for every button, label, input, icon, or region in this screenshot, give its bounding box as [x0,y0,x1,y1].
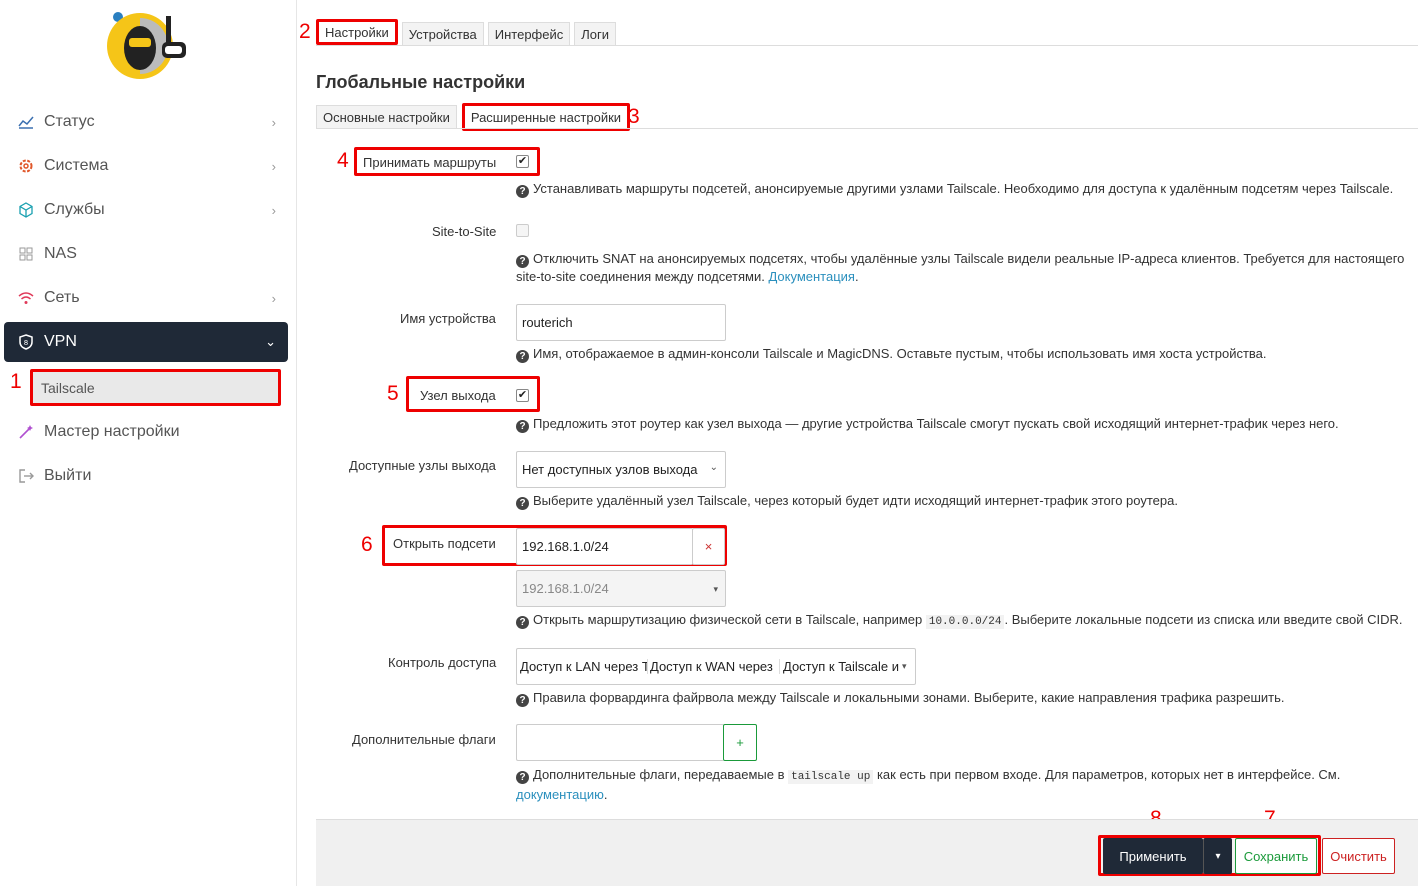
select-value: Нет доступных узлов выхода [522,462,698,477]
section-title: Глобальные настройки [316,72,526,92]
sidebar-item-label: Сеть [44,289,80,306]
chevron-right-icon: › [271,203,276,218]
remove-subnet-button[interactable]: × [692,528,725,565]
tab-interface[interactable]: Интерфейс [487,22,571,46]
access-option[interactable]: Доступ к WAN через [648,659,780,674]
sidebar-item-vpn[interactable]: 8 VPN ⌄ [4,322,288,362]
available-exit-help: ? Выберите удалённый узел Tailscale, чере… [516,492,1178,510]
sidebar: Статус › Система › Службы › NAS Сеть › 8… [0,0,297,886]
annotation-number: 4 [337,149,349,172]
hostname-help: ? Имя, отображаемое в админ-консоли Tails… [516,345,1267,363]
tab-settings[interactable]: Настройки [316,19,398,45]
sidebar-item-nas[interactable]: NAS [4,234,288,274]
hostname-input[interactable]: routerich [516,304,726,341]
select-value: 192.168.1.0/24 [522,581,609,596]
help-icon: ? [516,497,529,510]
annotation-number: 5 [387,382,399,405]
flags-input[interactable] [516,724,724,761]
gear-icon [18,158,34,174]
flags-label: Дополнительные флаги [352,732,496,747]
chevron-down-icon: ⌄ [265,334,276,349]
save-button[interactable]: Сохранить [1235,838,1317,874]
cube-icon [18,202,34,218]
divider [316,128,1418,129]
help-icon: ? [516,771,529,784]
sidebar-item-label: Выйти [44,467,92,484]
caret-down-icon: ▾ [902,661,907,671]
flags-help: ? Дополнительные флаги, передаваемые в ta… [516,767,1341,802]
annotation-number: 1 [10,370,22,393]
documentation-link[interactable]: документацию [516,787,604,802]
access-option[interactable]: Доступ к LAN через T [517,659,648,674]
chevron-down-icon: ⌄ [709,462,718,473]
help-icon: ? [516,350,529,363]
accept-routes-checkbox[interactable]: ✔ [516,155,529,168]
sidebar-item-status[interactable]: Статус › [4,102,288,142]
annotation-number: 6 [361,533,373,556]
subnet-select[interactable]: 192.168.1.0/24 ▾ [516,570,726,607]
sidebar-item-wizard[interactable]: Мастер настройки [4,412,288,452]
logout-icon [18,468,34,484]
exit-node-help: ? Предложить этот роутер как узел выхода … [516,415,1339,433]
wifi-icon [18,290,34,306]
chevron-right-icon: › [271,115,276,130]
site-to-site-checkbox[interactable] [516,224,529,237]
tab-devices[interactable]: Устройства [401,22,484,46]
subnets-help: ? Открыть маршрутизацию физической сети в… [516,611,1403,631]
sidebar-item-network[interactable]: Сеть › [4,278,288,318]
shield-icon: 8 [18,334,34,350]
grid-icon [18,246,34,262]
site-to-site-help: ? Отключить SNAT на анонсируемых подсетях… [516,251,1405,284]
sidebar-item-label: VPN [44,333,77,350]
help-icon: ? [516,616,529,629]
help-icon: ? [516,420,529,433]
sidebar-item-system[interactable]: Система › [4,146,288,186]
reset-button[interactable]: Очистить [1322,838,1395,874]
sidebar-subitem-tailscale[interactable]: Tailscale [30,369,281,406]
access-option[interactable]: Доступ к Tailscale и [780,659,902,674]
chevron-right-icon: › [271,159,276,174]
sidebar-subitem-label: Tailscale [41,379,95,396]
documentation-link[interactable]: Документация [768,269,855,284]
sidebar-item-label: Мастер настройки [44,423,180,440]
exit-node-checkbox[interactable]: ✔ [516,389,529,402]
sidebar-item-label: Система [44,157,109,174]
accept-routes-help: ? Устанавливать маршруты подсетей, анонси… [516,180,1393,198]
access-label: Контроль доступа [388,655,497,670]
tab-logs[interactable]: Логи [574,22,617,46]
subnet-input[interactable]: 192.168.1.0/24 [516,528,693,565]
sidebar-item-services[interactable]: Службы › [4,190,288,230]
sidebar-item-label: Службы [44,201,105,218]
exit-node-label: Узел выхода [420,388,496,403]
access-multiselect[interactable]: Доступ к LAN через T Доступ к WAN через … [516,648,916,685]
chevron-right-icon: › [271,291,276,306]
top-tabs: Настройки Устройства Интерфейс Логи [316,19,620,46]
hostname-label: Имя устройства [400,311,496,326]
logo-icon [107,12,186,79]
svg-text:8: 8 [24,339,28,347]
available-exit-select[interactable]: Нет доступных узлов выхода ⌄ [516,451,726,488]
tab-basic-settings[interactable]: Основные настройки [316,105,457,129]
add-flag-button[interactable]: + [723,724,757,761]
apply-button[interactable]: Применить [1103,838,1203,874]
accept-routes-label: Принимать маршруты [363,155,497,170]
divider [316,45,1418,46]
site-to-site-label: Site-to-Site [432,224,497,239]
tab-advanced-settings[interactable]: Расширенные настройки [461,103,631,131]
help-icon: ? [516,255,529,268]
available-exit-label: Доступные узлы выхода [349,458,496,473]
sidebar-item-label: Статус [44,113,95,130]
chart-icon [18,114,34,130]
sidebar-item-label: NAS [44,245,77,262]
subnets-label: Открыть подсети [393,536,496,551]
apply-menu-button[interactable]: ▾ [1203,838,1232,874]
help-icon: ? [516,694,529,707]
caret-down-icon: ▾ [713,584,718,594]
access-help: ? Правила форвардинга файрвола между Tail… [516,689,1285,707]
sidebar-item-logout[interactable]: Выйти [4,456,288,496]
help-icon: ? [516,185,529,198]
annotation-number: 2 [299,20,311,43]
wand-icon [18,424,34,440]
